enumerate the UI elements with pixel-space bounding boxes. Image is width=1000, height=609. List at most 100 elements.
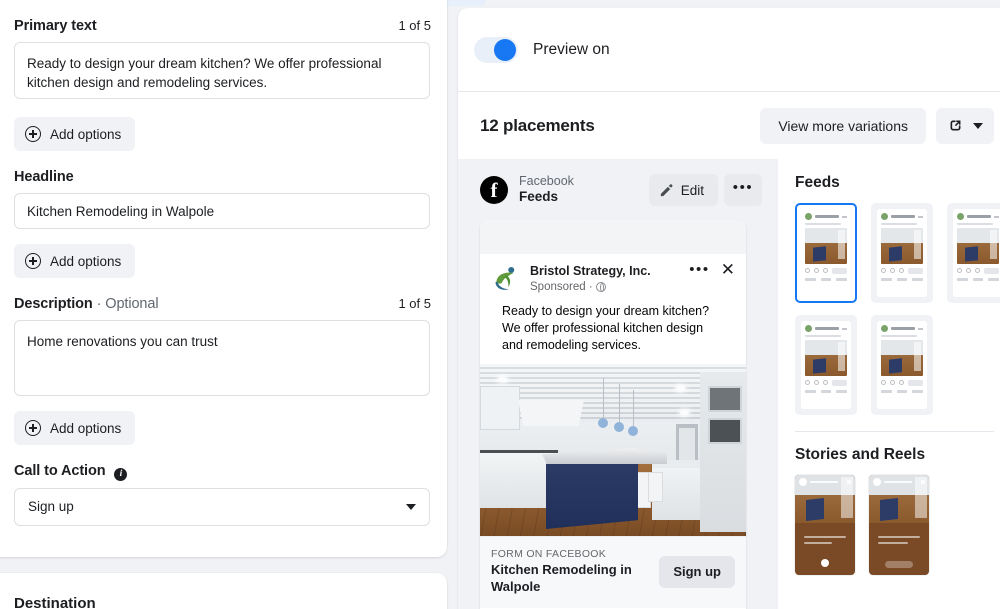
headline-input[interactable] (14, 193, 430, 229)
text-placeholder (805, 335, 842, 337)
plus-circle-icon (25, 253, 41, 269)
ad-sponsored-row: Sponsored · (530, 280, 651, 294)
add-options-primary-text-button[interactable]: Add options (14, 117, 136, 151)
cta-button-placeholder (983, 268, 999, 274)
ad-body-text: Ready to design your dream kitchen? We o… (502, 304, 710, 352)
text-placeholder (878, 542, 908, 544)
ellipsis-icon (842, 215, 847, 218)
text-placeholder (805, 223, 842, 225)
primary-text-header: Primary text 1 of 5 (14, 18, 431, 34)
description-header: Description · Optional 1 of 5 (14, 296, 431, 312)
ad-header: Bristol Strategy, Inc. Sponsored · ••• ✕ (480, 254, 746, 364)
placement-thumbnails-column: Feeds Stories and Reels (778, 159, 1000, 609)
cta-button-placeholder (831, 380, 847, 386)
comment-icon (813, 380, 819, 385)
thumbnail-preview (877, 209, 927, 297)
feed-placement-thumbnail[interactable] (871, 315, 933, 415)
feeds-thumbnail-grid (795, 203, 1000, 415)
comment-icon (965, 268, 971, 273)
add-options-label: Add options (50, 253, 122, 269)
ad-card-top-spacer (480, 220, 746, 254)
share-icon (822, 380, 828, 385)
thumbnail-image (957, 228, 999, 264)
ad-sponsored-label: Sponsored · (530, 280, 593, 293)
stories-thumbnail-grid (795, 475, 1000, 575)
app-root: Primary text 1 of 5 Ready to design your… (0, 0, 1000, 609)
thumbnail-actions (881, 380, 923, 386)
feed-placement-thumbnail[interactable] (795, 203, 857, 303)
feed-placement-thumbnail[interactable] (871, 203, 933, 303)
thumbnail-footer (957, 278, 1000, 281)
share-icon (898, 380, 904, 385)
comment-icon (889, 380, 895, 385)
ad-creative-form-column: Primary text 1 of 5 Ready to design your… (0, 0, 447, 609)
avatar (805, 213, 812, 220)
call-to-action-select[interactable]: Sign up (14, 487, 430, 526)
brand-name-placeholder (810, 480, 838, 484)
thumbnail-footer (805, 278, 848, 281)
brand-name-placeholder (815, 327, 840, 330)
footer-item (836, 390, 848, 393)
edit-placement-button[interactable]: Edit (648, 174, 718, 206)
preview-toggle-switch[interactable] (474, 36, 518, 63)
add-options-description-button[interactable]: Add options (14, 411, 136, 445)
footer-item (896, 278, 908, 281)
call-to-action-label: Call to Action i (14, 463, 128, 481)
stories-section-title: Stories and Reels (795, 446, 926, 463)
thumbnail-preview (801, 321, 851, 409)
footer-item (836, 278, 848, 281)
primary-text-input[interactable]: Ready to design your dream kitchen? We o… (14, 42, 430, 99)
toggle-knob (494, 38, 516, 61)
text-placeholder (881, 223, 918, 225)
footer-item (896, 390, 908, 393)
destination-card: Destination (0, 573, 447, 609)
ellipsis-icon (918, 215, 923, 218)
text-placeholder (957, 223, 994, 225)
headline-label: Headline (14, 169, 74, 185)
story-header (873, 478, 925, 486)
footer-item (805, 278, 816, 281)
chevron-down-icon (406, 503, 416, 510)
thumbnail-image (805, 228, 847, 264)
headline-header: Headline (14, 169, 431, 185)
placement-preview-column: f Facebook Feeds Edit ••• Bristol Strate… (458, 159, 778, 609)
comment-icon (889, 268, 895, 273)
story-placement-thumbnail[interactable] (869, 475, 929, 575)
ad-cta-title: Kitchen Remodeling in Walpole (491, 562, 632, 594)
feed-placement-thumbnail[interactable] (795, 315, 857, 415)
story-placement-thumbnail[interactable] (795, 475, 855, 575)
placement-more-button[interactable]: ••• (724, 174, 762, 206)
call-to-action-label-text: Call to Action (14, 463, 106, 479)
close-icon[interactable]: ✕ (721, 261, 735, 278)
ellipsis-icon (994, 215, 999, 218)
view-more-variations-button[interactable]: View more variations (760, 107, 926, 144)
close-icon (921, 480, 925, 484)
open-in-new-window-button[interactable] (936, 107, 994, 144)
placement-platform: Facebook (519, 174, 574, 189)
edit-label: Edit (680, 182, 704, 198)
info-icon[interactable]: i (114, 467, 128, 481)
like-icon (957, 268, 962, 273)
close-icon (847, 480, 851, 484)
comment-icon (813, 268, 819, 273)
thumbnail-actions (881, 268, 923, 274)
description-input[interactable]: Home renovations you can trust (14, 320, 430, 396)
cta-button-placeholder (907, 268, 923, 274)
add-options-headline-button[interactable]: Add options (14, 244, 136, 278)
like-icon (881, 380, 886, 385)
footer-item (957, 278, 968, 281)
feed-placement-thumbnail[interactable] (947, 203, 1000, 303)
destination-title: Destination (14, 595, 96, 609)
ellipsis-icon[interactable]: ••• (689, 262, 710, 277)
thumbnail-header (805, 213, 847, 220)
preview-toggle-label: Preview on (533, 40, 610, 58)
cta-button-placeholder (907, 380, 923, 386)
plus-circle-icon (25, 126, 41, 142)
text-placeholder (804, 542, 832, 544)
globe-icon (595, 281, 606, 293)
ad-cta-button[interactable]: Sign up (659, 555, 735, 588)
footer-item (912, 278, 924, 281)
placements-count: 12 placements (480, 115, 595, 135)
footer-item (820, 390, 832, 393)
ad-cta-text-block: FORM ON FACEBOOK Kitchen Remodeling in W… (491, 548, 636, 595)
